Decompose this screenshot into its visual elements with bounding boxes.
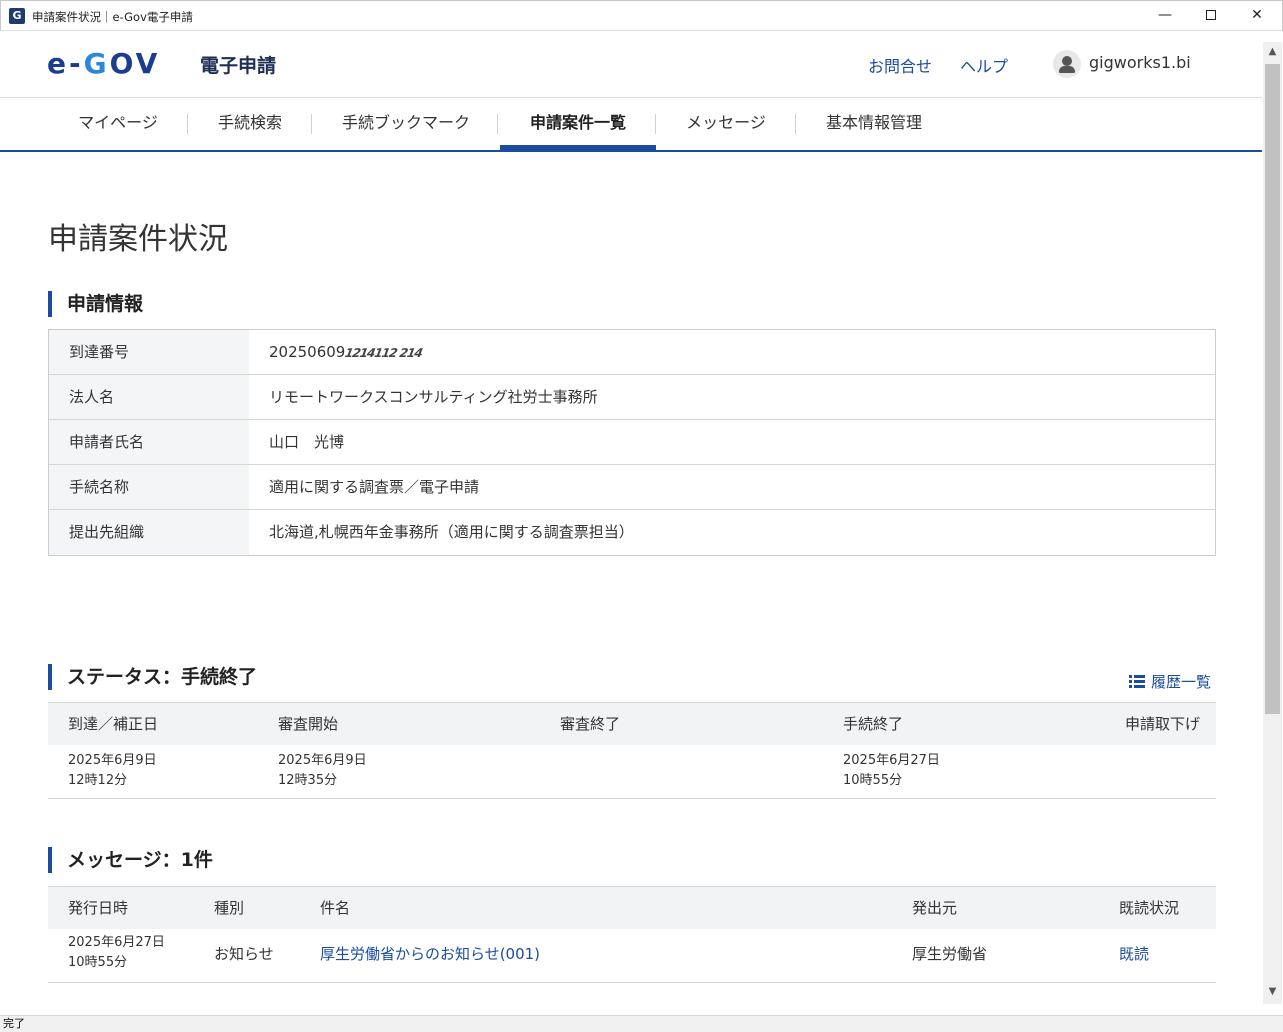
- read-status-link[interactable]: 既読: [1119, 929, 1149, 979]
- table-row: 手続名称 適用に関する調査票／電子申請: [49, 465, 1215, 510]
- help-link[interactable]: ヘルプ: [960, 53, 1008, 77]
- message-date-cell: 2025年6月27日 10時55分: [68, 933, 165, 973]
- history-list-label: 履歴一覧: [1151, 673, 1212, 691]
- minimize-button[interactable]: —: [1142, 1, 1188, 31]
- column-header: 審査開始: [278, 715, 339, 733]
- masked-number: 1214112 214: [344, 346, 424, 360]
- status-cell-review-start: 2025年6月9日 12時35分: [278, 751, 367, 791]
- column-header: 既読状況: [1119, 899, 1180, 917]
- status-time: 12時35分: [278, 773, 338, 788]
- nav-divider: [795, 114, 796, 134]
- logo-g: G: [83, 47, 110, 80]
- window-title: 申請案件状況｜e-Gov電子申請: [32, 10, 193, 24]
- message-date: 2025年6月27日: [68, 935, 165, 950]
- messages-table-header: 発行日時 種別 件名 発出元 既読状況: [48, 886, 1216, 929]
- corporation-name-value: リモートワークスコンサルティング社労士事務所: [269, 388, 598, 406]
- arrival-number-prefix: 20250609: [269, 343, 346, 361]
- status-cell-completed: 2025年6月27日 10時55分: [843, 751, 940, 791]
- user-name[interactable]: gigworks1.bi: [1089, 53, 1191, 72]
- status-table-row: 2025年6月9日 12時12分 2025年6月9日 12時35分 2025年6月2…: [48, 745, 1216, 799]
- destination-org-label: 提出先組織: [49, 510, 249, 555]
- column-header: 件名: [320, 899, 351, 917]
- column-header: 申請取下げ: [1125, 715, 1201, 733]
- column-header: 発行日時: [68, 899, 129, 917]
- status-time: 10時55分: [843, 773, 903, 788]
- table-row: 提出先組織 北海道,札幌西年金事務所（適用に関する調査票担当）: [49, 510, 1215, 555]
- status-table-header: 到達／補正日 審査開始 審査終了 手続終了 申請取下げ: [48, 702, 1216, 745]
- user-avatar-icon[interactable]: [1053, 50, 1081, 78]
- corporation-name-label: 法人名: [49, 375, 249, 419]
- window-titlebar: G 申請案件状況｜e-Gov電子申請 — ✕: [0, 0, 1283, 31]
- destination-org-value: 北海道,札幌西年金事務所（適用に関する調査票担当）: [269, 523, 634, 541]
- column-header: 種別: [214, 899, 245, 917]
- logo-ov: OV: [109, 47, 161, 80]
- egov-logo[interactable]: e-GOV: [47, 47, 160, 80]
- close-button[interactable]: ✕: [1234, 1, 1280, 31]
- history-list-link[interactable]: 履歴一覧: [1129, 671, 1211, 692]
- table-row: 法人名 リモートワークスコンサルティング社労士事務所: [49, 375, 1215, 420]
- procedure-name-label: 手続名称: [49, 465, 249, 509]
- status-date: 2025年6月9日: [278, 753, 367, 768]
- column-header: 審査終了: [560, 715, 621, 733]
- table-row: 到達番号 202506091214112 214: [49, 330, 1215, 375]
- maximize-button[interactable]: [1188, 1, 1234, 31]
- status-time: 12時12分: [68, 773, 128, 788]
- applicant-name-value: 山口 光博: [269, 433, 345, 451]
- application-info-table: 到達番号 202506091214112 214 法人名 リモートワークスコンサ…: [48, 329, 1216, 556]
- status-date: 2025年6月27日: [843, 753, 940, 768]
- message-time: 10時55分: [68, 955, 128, 970]
- maximize-icon: [1206, 10, 1216, 20]
- status-cell-arrival: 2025年6月9日 12時12分: [68, 751, 157, 791]
- nav-item-basic-info[interactable]: 基本情報管理: [806, 98, 942, 150]
- vertical-scrollbar[interactable]: ▲ ▼: [1263, 42, 1282, 1004]
- site-header: e-GOV 電子申請 お問合せ ヘルプ gigworks1.bi: [0, 31, 1262, 98]
- nav-item-application-list[interactable]: 申請案件一覧: [500, 98, 656, 150]
- column-header: 到達／補正日: [68, 715, 159, 733]
- nav-item-bookmark[interactable]: 手続ブックマーク: [322, 98, 490, 150]
- contact-link[interactable]: お問合せ: [868, 53, 932, 77]
- messages-heading: メッセージ：1件: [48, 847, 213, 873]
- applicant-name-label: 申請者氏名: [49, 420, 249, 464]
- nav-item-mypage[interactable]: マイページ: [58, 98, 178, 150]
- nav-divider: [497, 114, 498, 134]
- status-heading: ステータス：手続終了: [48, 664, 257, 690]
- app-icon: G: [9, 8, 25, 24]
- global-nav: マイページ 手続検索 手続ブックマーク 申請案件一覧 メッセージ 基本情報管理: [0, 98, 1262, 152]
- status-date: 2025年6月9日: [68, 753, 157, 768]
- list-icon: [1129, 674, 1145, 688]
- column-header: 発出元: [912, 899, 958, 917]
- message-sender: 厚生労働省: [912, 945, 988, 963]
- scroll-down-arrow-icon[interactable]: ▼: [1263, 982, 1282, 1002]
- scroll-thumb[interactable]: [1265, 64, 1280, 714]
- application-info-heading: 申請情報: [48, 291, 143, 317]
- message-type: お知らせ: [214, 945, 274, 963]
- page-title: 申請案件状況: [48, 222, 228, 257]
- logo-e: e-: [47, 47, 84, 80]
- nav-divider: [311, 114, 312, 134]
- nav-divider: [655, 114, 656, 134]
- table-row: 2025年6月27日 10時55分 お知らせ 厚生労働省からのお知らせ(001) …: [48, 929, 1216, 983]
- logo-subtitle: 電子申請: [200, 55, 277, 77]
- arrival-number-label: 到達番号: [49, 330, 249, 374]
- status-bar: 完了: [0, 1015, 1283, 1032]
- table-row: 申請者氏名 山口 光博: [49, 420, 1215, 465]
- procedure-name-value: 適用に関する調査票／電子申請: [269, 478, 480, 496]
- nav-item-messages[interactable]: メッセージ: [666, 98, 786, 150]
- column-header: 手続終了: [843, 715, 904, 733]
- message-subject-link[interactable]: 厚生労働省からのお知らせ(001): [320, 929, 540, 979]
- scroll-up-arrow-icon[interactable]: ▲: [1263, 42, 1282, 62]
- arrival-number-value: 202506091214112 214: [249, 330, 1215, 374]
- nav-item-procedure-search[interactable]: 手続検索: [196, 98, 304, 150]
- nav-divider: [187, 114, 188, 134]
